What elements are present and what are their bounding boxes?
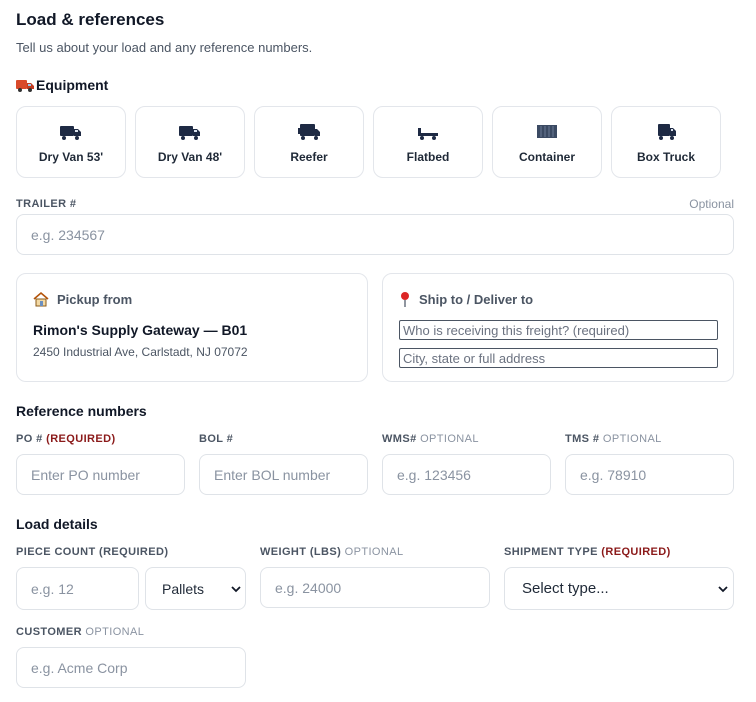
equipment-option-reefer[interactable]: Reefer bbox=[254, 106, 364, 178]
tms-label-text: TMS # bbox=[565, 433, 600, 445]
customer-optional-tag: OPTIONAL bbox=[85, 626, 145, 638]
bol-label: BOL # bbox=[199, 433, 234, 445]
piece-count-input[interactable] bbox=[16, 567, 139, 610]
equipment-options: Dry Van 53' Dry Van 48' Reefer Flatbed C… bbox=[16, 106, 734, 178]
wms-input[interactable] bbox=[382, 454, 551, 495]
weight-label: WEIGHT (LBS) OPTIONAL bbox=[260, 546, 403, 558]
page-subtitle: Tell us about your load and any referenc… bbox=[16, 40, 313, 55]
page-title: Load & references bbox=[16, 10, 165, 29]
reference-numbers-title: Reference numbers bbox=[16, 403, 147, 419]
equipment-option-dry-van-48[interactable]: Dry Van 48' bbox=[135, 106, 245, 178]
customer-input[interactable] bbox=[16, 647, 246, 688]
equipment-option-label: Flatbed bbox=[406, 150, 450, 164]
delivery-truck-icon bbox=[16, 80, 34, 92]
po-label-text: PO # bbox=[16, 433, 43, 445]
tms-input[interactable] bbox=[565, 454, 734, 495]
equipment-option-container[interactable]: Container bbox=[492, 106, 602, 178]
wms-label-text: WMS# bbox=[382, 433, 417, 445]
flatbed-icon bbox=[418, 128, 438, 140]
shipto-heading: Ship to / Deliver to bbox=[399, 291, 533, 307]
equipment-option-dry-van-53[interactable]: Dry Van 53' bbox=[16, 106, 126, 178]
reefer-truck-icon bbox=[298, 124, 320, 140]
shipment-type-selected: Select type... bbox=[522, 580, 609, 597]
shipment-type-required-tag: (REQUIRED) bbox=[601, 546, 671, 558]
piece-count-label: PIECE COUNT (REQUIRED) bbox=[16, 546, 169, 558]
equipment-option-box-truck[interactable]: Box Truck bbox=[611, 106, 721, 178]
truck-icon bbox=[60, 126, 81, 140]
equipment-option-label: Dry Van 53' bbox=[38, 150, 104, 164]
pickup-title: Pickup from bbox=[57, 291, 133, 307]
piece-unit-selected: Pallets bbox=[162, 580, 205, 597]
bol-input[interactable] bbox=[199, 454, 368, 495]
piece-unit-select[interactable]: Pallets bbox=[145, 567, 246, 610]
equipment-option-label: Container bbox=[518, 150, 575, 164]
tms-optional-tag: OPTIONAL bbox=[602, 433, 662, 445]
shipto-card: Ship to / Deliver to bbox=[382, 273, 734, 382]
trailer-input[interactable] bbox=[16, 214, 734, 255]
wms-optional-tag: OPTIONAL bbox=[420, 433, 479, 445]
pickup-address: 2450 Industrial Ave, Carlstadt, NJ 07072 bbox=[33, 345, 248, 359]
equipment-title: Equipment bbox=[36, 77, 109, 93]
tms-label: TMS # OPTIONAL bbox=[565, 433, 662, 445]
shipment-type-select[interactable]: Select type... bbox=[504, 567, 734, 610]
house-icon bbox=[33, 291, 49, 307]
equipment-option-label: Reefer bbox=[290, 150, 328, 164]
trailer-optional-label: Optional bbox=[689, 197, 734, 211]
pickup-heading: Pickup from bbox=[33, 291, 132, 307]
weight-optional-tag: OPTIONAL bbox=[344, 546, 404, 558]
equipment-option-label: Dry Van 48' bbox=[157, 150, 223, 164]
container-icon bbox=[537, 125, 557, 138]
weight-label-text: WEIGHT (LBS) bbox=[260, 546, 342, 558]
wms-label: WMS# OPTIONAL bbox=[382, 433, 479, 445]
pickup-location-name: Rimon's Supply Gateway — B01 bbox=[33, 322, 248, 338]
box-truck-icon bbox=[658, 124, 676, 140]
receiver-input[interactable] bbox=[399, 320, 718, 340]
trailer-label: TRAILER # bbox=[16, 198, 77, 210]
customer-label-text: CUSTOMER bbox=[16, 626, 82, 638]
pickup-card: Pickup from Rimon's Supply Gateway — B01… bbox=[16, 273, 368, 382]
po-label: PO # (REQUIRED) bbox=[16, 433, 116, 445]
equipment-heading: Equipment bbox=[16, 77, 108, 93]
delivery-address-input[interactable] bbox=[399, 348, 718, 368]
po-input[interactable] bbox=[16, 454, 185, 495]
pin-icon bbox=[401, 292, 409, 307]
customer-label: CUSTOMER OPTIONAL bbox=[16, 626, 144, 638]
po-required-tag: (REQUIRED) bbox=[46, 433, 116, 445]
equipment-option-flatbed[interactable]: Flatbed bbox=[373, 106, 483, 178]
shipto-title: Ship to / Deliver to bbox=[419, 291, 534, 307]
weight-input[interactable] bbox=[260, 567, 490, 608]
equipment-option-label: Box Truck bbox=[636, 150, 696, 164]
truck-icon bbox=[179, 126, 200, 140]
shipment-type-label: SHIPMENT TYPE (REQUIRED) bbox=[504, 546, 671, 558]
load-details-title: Load details bbox=[16, 516, 98, 532]
shipment-type-label-text: SHIPMENT TYPE bbox=[504, 546, 598, 558]
